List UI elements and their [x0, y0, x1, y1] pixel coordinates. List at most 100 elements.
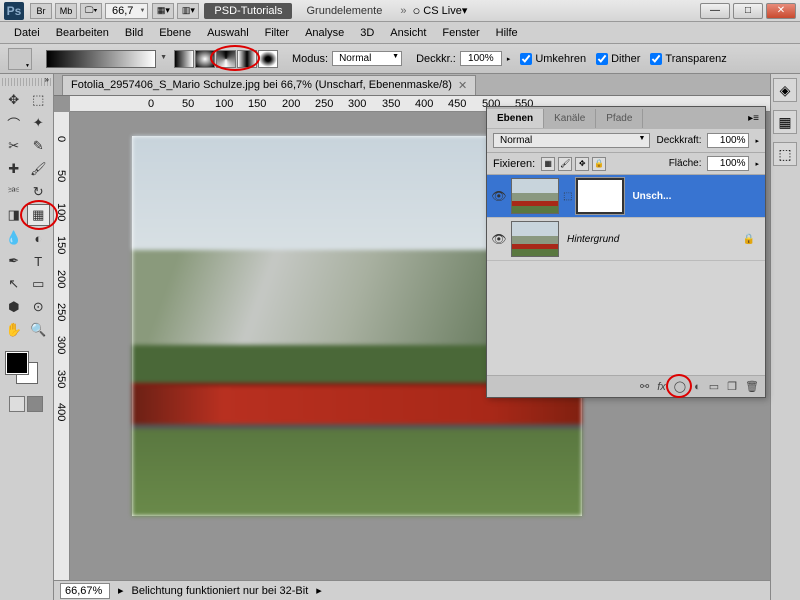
3d-tool[interactable]: ⬢ — [2, 296, 26, 318]
crop-tool[interactable]: ✂ — [2, 135, 26, 157]
tools-handle[interactable] — [2, 78, 51, 86]
bridge-button[interactable]: Br — [30, 3, 52, 19]
close-button[interactable]: ✕ — [766, 3, 796, 19]
add-mask-icon[interactable]: ◯ — [674, 380, 686, 393]
layer-opacity-input[interactable]: 100% — [707, 133, 749, 148]
fill-flyout[interactable]: ▸ — [755, 160, 759, 168]
tab-kanaele[interactable]: Kanäle — [544, 109, 596, 128]
adjustment-icon[interactable]: ◐ — [694, 381, 701, 393]
status-flyout[interactable]: ▸ — [316, 584, 322, 597]
minibridge-button[interactable]: Mb — [55, 3, 77, 19]
layer-thumbnail[interactable] — [511, 178, 559, 214]
opacity-flyout[interactable]: ▸ — [507, 55, 511, 63]
3d-camera-tool[interactable]: ⊙ — [27, 296, 51, 318]
wand-tool[interactable]: ✦ — [27, 112, 51, 134]
arrange-button[interactable]: ▥▾ — [177, 3, 199, 19]
view-extras-button[interactable]: ▦▾ — [152, 3, 174, 19]
new-layer-icon[interactable]: ❐ — [727, 380, 737, 393]
menu-hilfe[interactable]: Hilfe — [488, 24, 526, 42]
lock-pixels-icon[interactable]: 🖌 — [558, 157, 572, 171]
fg-color[interactable] — [6, 352, 28, 374]
dodge-tool[interactable]: ◐ — [27, 227, 51, 249]
eyedropper-tool[interactable]: ✎ — [27, 135, 51, 157]
gradient-radial[interactable] — [195, 50, 215, 68]
panel-menu-icon[interactable]: ▸≡ — [742, 113, 765, 124]
visibility-icon[interactable]: 👁 — [491, 232, 507, 246]
workspace-tab-active[interactable]: PSD-Tutorials — [204, 3, 292, 19]
zoom-dropdown[interactable]: 66,7 — [105, 3, 148, 19]
color-swatches[interactable] — [2, 348, 46, 388]
layer-row[interactable]: 👁 Hintergrund 🔒 — [487, 218, 765, 261]
document-tab[interactable]: Fotolia_2957406_S_Mario Schulze.jpg bei … — [62, 75, 476, 95]
app-logo[interactable]: Ps — [4, 2, 24, 20]
lock-all-icon[interactable]: 🔒 — [592, 157, 606, 171]
pen-tool[interactable]: ✒ — [2, 250, 26, 272]
gradient-tool[interactable]: ▦ — [27, 204, 51, 226]
layers-panel-icon[interactable]: ◈ — [773, 78, 797, 102]
lasso-tool[interactable]: ⌒ — [2, 112, 26, 134]
shape-tool[interactable]: ▭ — [27, 273, 51, 295]
tab-pfade[interactable]: Pfade — [596, 109, 643, 128]
type-tool[interactable]: T — [27, 250, 51, 272]
marquee-tool[interactable]: ⬚ — [27, 89, 51, 111]
link-layers-icon[interactable]: ⚯ — [640, 380, 649, 393]
zoom-tool[interactable]: 🔍 — [27, 319, 51, 341]
mask-link-icon[interactable]: ⬚ — [563, 191, 572, 202]
workspace-tab[interactable]: Grundelemente — [296, 3, 392, 19]
quickmask-toggle[interactable] — [9, 396, 45, 414]
gradient-angle[interactable] — [216, 50, 236, 68]
menu-ebene[interactable]: Ebene — [151, 24, 199, 42]
heal-tool[interactable]: ✚ — [2, 158, 26, 180]
visibility-icon[interactable]: 👁 — [491, 189, 507, 203]
gradient-linear[interactable] — [174, 50, 194, 68]
fill-input[interactable]: 100% — [707, 156, 749, 171]
delete-icon[interactable]: 🗑 — [745, 380, 759, 393]
eraser-tool[interactable]: ◨ — [2, 204, 26, 226]
gradient-reflected[interactable] — [237, 50, 257, 68]
menu-ansicht[interactable]: Ansicht — [382, 24, 434, 42]
transparency-check[interactable]: Transparenz — [650, 53, 726, 65]
lock-position-icon[interactable]: ✥ — [575, 157, 589, 171]
menu-3d[interactable]: 3D — [352, 24, 382, 42]
close-icon[interactable]: ✕ — [458, 79, 467, 92]
screen-mode-button[interactable]: 🖵▾ — [80, 3, 102, 19]
tab-ebenen[interactable]: Ebenen — [487, 109, 544, 128]
brush-tool[interactable]: 🖌 — [27, 158, 51, 180]
group-icon[interactable]: ▭ — [709, 380, 719, 393]
stamp-tool[interactable]: ⎃ — [2, 181, 26, 203]
layer-name[interactable]: Hintergrund — [563, 234, 739, 245]
mask-thumbnail[interactable] — [576, 178, 624, 214]
more-workspaces[interactable]: » — [400, 5, 406, 17]
zoom-input[interactable]: 66,67% — [60, 583, 110, 599]
blend-mode-dropdown[interactable]: Normal — [332, 51, 402, 66]
blur-tool[interactable]: 💧 — [2, 227, 26, 249]
menu-bearbeiten[interactable]: Bearbeiten — [48, 24, 117, 42]
tool-preset-picker[interactable] — [8, 48, 32, 70]
opacity-input[interactable]: 100% — [460, 51, 502, 66]
cslive-button[interactable]: CS Live ▾ — [412, 3, 467, 18]
opacity-flyout[interactable]: ▸ — [755, 137, 759, 145]
lock-transparency-icon[interactable]: ▦ — [541, 157, 555, 171]
menu-fenster[interactable]: Fenster — [434, 24, 487, 42]
layer-row[interactable]: 👁 ⬚ Unsch... — [487, 175, 765, 218]
fx-icon[interactable]: fx — [657, 381, 666, 393]
menu-analyse[interactable]: Analyse — [297, 24, 352, 42]
menu-auswahl[interactable]: Auswahl — [199, 24, 257, 42]
status-arrow[interactable]: ▸ — [118, 584, 124, 597]
layer-thumbnail[interactable] — [511, 221, 559, 257]
reverse-check[interactable]: Umkehren — [520, 53, 586, 65]
paths-panel-icon[interactable]: ⬚ — [773, 142, 797, 166]
path-tool[interactable]: ↖ — [2, 273, 26, 295]
channels-panel-icon[interactable]: ▦ — [773, 110, 797, 134]
minimize-button[interactable]: — — [700, 3, 730, 19]
history-brush-tool[interactable]: ↻ — [27, 181, 51, 203]
move-tool[interactable]: ✥ — [2, 89, 26, 111]
maximize-button[interactable]: □ — [733, 3, 763, 19]
gradient-picker[interactable] — [46, 50, 156, 68]
menu-datei[interactable]: Datei — [6, 24, 48, 42]
menu-filter[interactable]: Filter — [257, 24, 297, 42]
layer-name[interactable]: Unsch... — [628, 191, 761, 202]
dither-check[interactable]: Dither — [596, 53, 640, 65]
menu-bild[interactable]: Bild — [117, 24, 151, 42]
gradient-diamond[interactable] — [258, 50, 278, 68]
